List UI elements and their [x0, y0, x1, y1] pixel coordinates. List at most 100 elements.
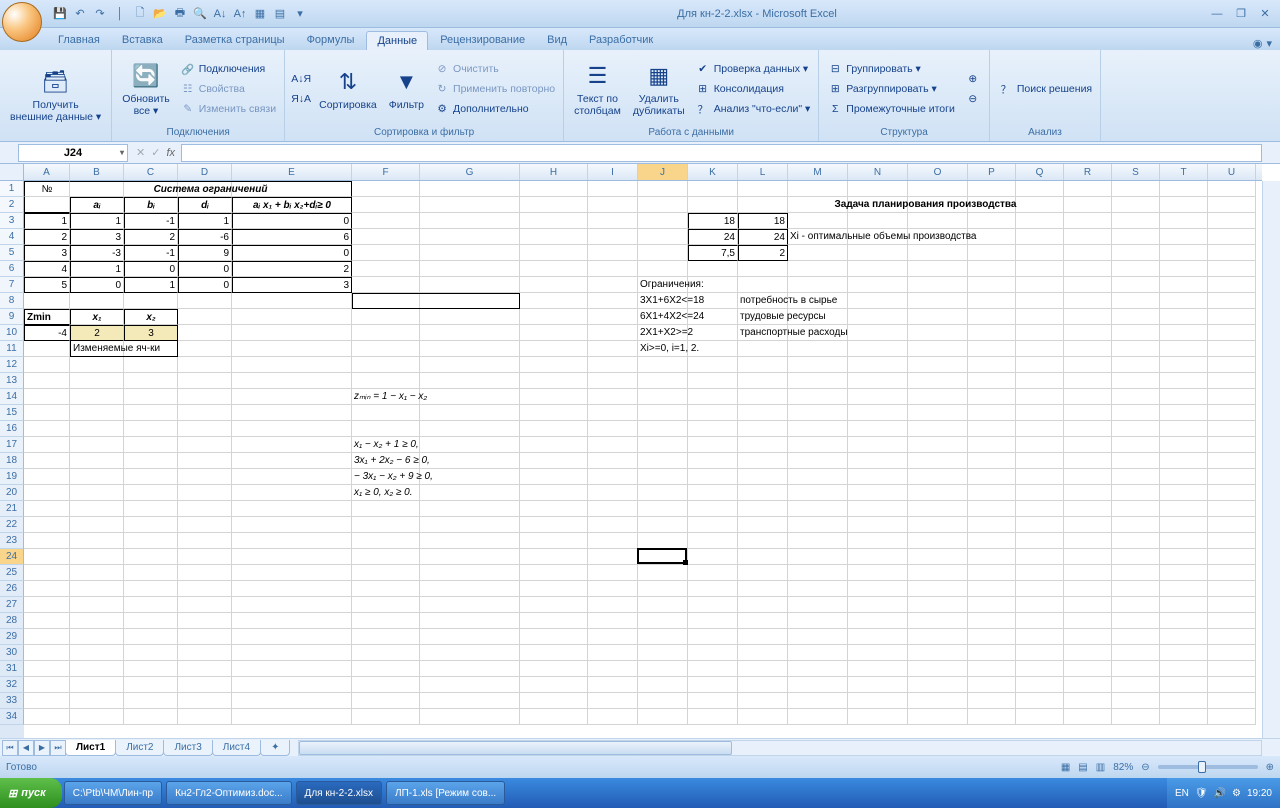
- ribbon-tab-6[interactable]: Вид: [537, 31, 577, 50]
- cell-B5[interactable]: -3: [70, 245, 124, 261]
- cell-E5[interactable]: 0: [232, 245, 352, 261]
- new-icon[interactable]: 🗋: [132, 6, 148, 22]
- taskbar-item[interactable]: C:\Ptb\ЧМ\Лин-пр: [64, 781, 162, 805]
- clock[interactable]: 19:20: [1247, 788, 1272, 799]
- row-header[interactable]: 1: [0, 181, 24, 197]
- cell-A9[interactable]: Zmin: [24, 309, 70, 325]
- refresh-all-button[interactable]: 🔄Обновить все ▾: [118, 58, 174, 119]
- cell-K5[interactable]: 7,5: [688, 245, 738, 261]
- cell-M4[interactable]: Xi - оптимальные объемы производства: [788, 229, 1112, 245]
- ribbon-min-icon[interactable]: ▾: [1266, 37, 1272, 50]
- sort-desc-button[interactable]: Я↓А: [291, 90, 311, 108]
- cell-B2[interactable]: aᵢ: [70, 197, 124, 213]
- cell-A6[interactable]: 4: [24, 261, 70, 277]
- row-header[interactable]: 31: [0, 661, 24, 677]
- col-header[interactable]: A: [24, 164, 70, 180]
- text-to-columns-button[interactable]: ☰Текст по столбцам: [570, 58, 625, 119]
- restore-button[interactable]: ❐: [1230, 5, 1252, 23]
- row-header[interactable]: 33: [0, 693, 24, 709]
- zoom-in-button[interactable]: ⊕: [1266, 762, 1274, 773]
- row-header[interactable]: 26: [0, 581, 24, 597]
- minimize-button[interactable]: —: [1206, 5, 1228, 23]
- cell-D6[interactable]: 0: [178, 261, 232, 277]
- zoom-value[interactable]: 82%: [1113, 762, 1133, 773]
- cell-D3[interactable]: 1: [178, 213, 232, 229]
- cell-F18[interactable]: 3x₁ + 2x₂ − 6 ≥ 0,: [352, 453, 588, 469]
- cell-F20[interactable]: x₁ ≥ 0, x₂ ≥ 0.: [352, 485, 588, 501]
- row-header[interactable]: 30: [0, 645, 24, 661]
- col-header[interactable]: J: [638, 164, 688, 180]
- fx-icon[interactable]: fx: [166, 147, 175, 159]
- cell-A1[interactable]: №: [24, 181, 70, 197]
- row-header[interactable]: 21: [0, 501, 24, 517]
- col-header[interactable]: C: [124, 164, 178, 180]
- ribbon-tab-2[interactable]: Разметка страницы: [175, 31, 295, 50]
- row-header[interactable]: 10: [0, 325, 24, 341]
- sheet-tab[interactable]: Лист4: [212, 740, 261, 756]
- cell-B3[interactable]: 1: [70, 213, 124, 229]
- undo-icon[interactable]: ↶: [72, 6, 88, 22]
- edit-links-button[interactable]: ✎Изменить связи: [178, 100, 278, 118]
- data-validation-button[interactable]: ✔Проверка данных ▾: [693, 60, 813, 78]
- cell-B11[interactable]: Изменяемые яч-ки: [70, 341, 178, 357]
- row-header[interactable]: 11: [0, 341, 24, 357]
- row-header[interactable]: 22: [0, 517, 24, 533]
- col-header[interactable]: T: [1160, 164, 1208, 180]
- empty-box[interactable]: [352, 293, 520, 309]
- sheet-tab[interactable]: Лист1: [65, 740, 116, 756]
- view-layout-icon[interactable]: ▤: [1078, 762, 1087, 773]
- connections-button[interactable]: 🔗Подключения: [178, 60, 278, 78]
- worksheet[interactable]: ABCDEFGHIJKLMNOPQRSTU 123456789101112131…: [0, 164, 1280, 756]
- row-header[interactable]: 18: [0, 453, 24, 469]
- cell-C7[interactable]: 1: [124, 277, 178, 293]
- row-header[interactable]: 17: [0, 437, 24, 453]
- cell-B7[interactable]: 0: [70, 277, 124, 293]
- cell-D4[interactable]: -6: [178, 229, 232, 245]
- cancel-icon[interactable]: ✕: [136, 146, 145, 159]
- cell-D7[interactable]: 0: [178, 277, 232, 293]
- preview-icon[interactable]: 🔍: [192, 6, 208, 22]
- ribbon-tab-7[interactable]: Разработчик: [579, 31, 663, 50]
- tray-icon[interactable]: 🛡: [1195, 788, 1208, 799]
- close-button[interactable]: ✕: [1254, 5, 1276, 23]
- cell-L8[interactable]: потребность в сырье: [738, 293, 968, 309]
- cell-E2[interactable]: aᵢ x₁ + bᵢ x₂+dᵢ≥ 0: [232, 197, 352, 213]
- ribbon-tab-4[interactable]: Данные: [366, 31, 428, 50]
- cell-C4[interactable]: 2: [124, 229, 178, 245]
- col-header[interactable]: F: [352, 164, 420, 180]
- tray-icon[interactable]: 🔊: [1214, 788, 1226, 799]
- cell-C3[interactable]: -1: [124, 213, 178, 229]
- redo-icon[interactable]: ↷: [92, 6, 108, 22]
- help-icon[interactable]: ◉: [1253, 37, 1263, 50]
- cell-L3[interactable]: 18: [738, 213, 788, 229]
- cell-E7[interactable]: 3: [232, 277, 352, 293]
- col-header[interactable]: K: [688, 164, 738, 180]
- cell-E4[interactable]: 6: [232, 229, 352, 245]
- cell-C2[interactable]: bᵢ: [124, 197, 178, 213]
- col-header[interactable]: N: [848, 164, 908, 180]
- col-header[interactable]: O: [908, 164, 968, 180]
- qat-more-icon[interactable]: ▾: [292, 6, 308, 22]
- ribbon-tab-5[interactable]: Рецензирование: [430, 31, 535, 50]
- taskbar-item[interactable]: Кн2-Гл2-Оптимиз.doc...: [166, 781, 291, 805]
- col-header[interactable]: U: [1208, 164, 1256, 180]
- tray-icon[interactable]: ⚙: [1232, 788, 1241, 799]
- cell-A7[interactable]: 5: [24, 277, 70, 293]
- cell-K3[interactable]: 18: [688, 213, 738, 229]
- col-header[interactable]: B: [70, 164, 124, 180]
- ribbon-tab-1[interactable]: Вставка: [112, 31, 173, 50]
- properties-button[interactable]: ☷Свойства: [178, 80, 278, 98]
- row-header[interactable]: 8: [0, 293, 24, 309]
- row-header[interactable]: 25: [0, 565, 24, 581]
- name-box[interactable]: J24: [18, 144, 128, 162]
- row-header[interactable]: 12: [0, 357, 24, 373]
- row-header[interactable]: 16: [0, 421, 24, 437]
- new-sheet-button[interactable]: ✦: [260, 740, 290, 756]
- row-header[interactable]: 34: [0, 709, 24, 725]
- select-all-corner[interactable]: [0, 164, 24, 181]
- col-header[interactable]: R: [1064, 164, 1112, 180]
- next-sheet-button[interactable]: ▶: [34, 740, 50, 756]
- hide-detail-button[interactable]: ⊖: [963, 90, 983, 108]
- column-headers[interactable]: ABCDEFGHIJKLMNOPQRSTU: [24, 164, 1262, 181]
- cell-C9[interactable]: x₂: [124, 309, 178, 325]
